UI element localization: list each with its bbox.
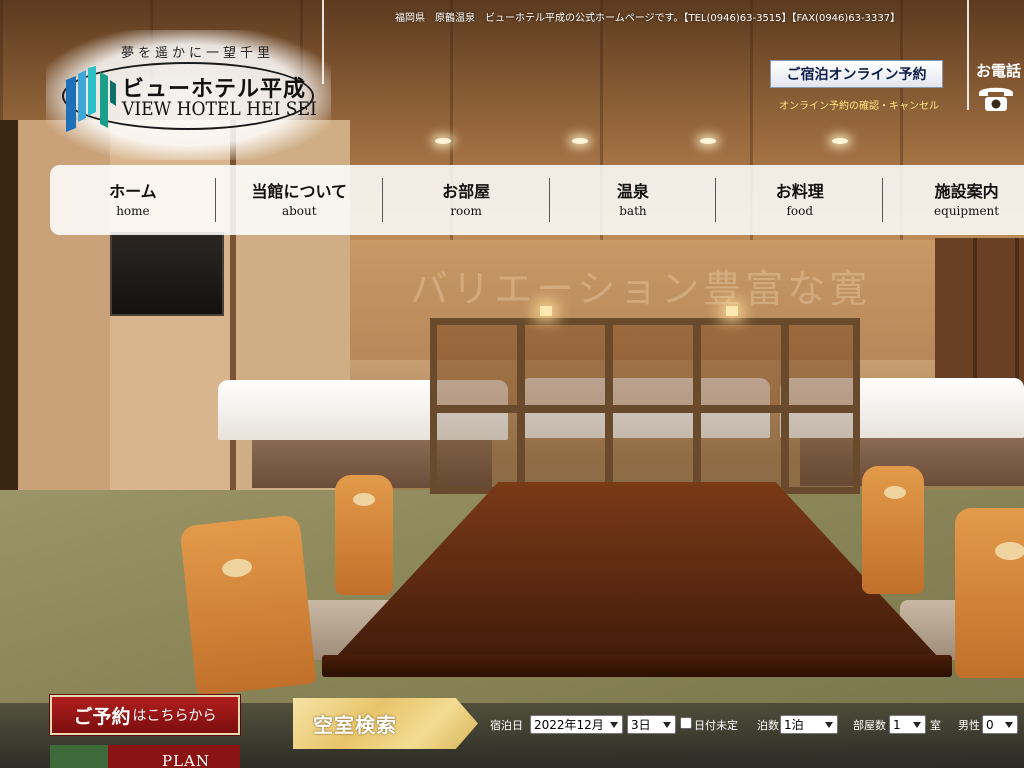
rooms-label: 部屋数	[853, 719, 886, 732]
decorative-line	[967, 0, 969, 110]
rooms-unit: 室	[930, 719, 941, 732]
ceiling-light	[572, 138, 588, 144]
chair-hole	[995, 542, 1024, 560]
zaisu-chair	[335, 475, 393, 595]
nav-item-about[interactable]: 当館について about	[216, 165, 383, 235]
logo-tagline: 夢を遥かに一望千里	[121, 46, 275, 61]
logo-name-en[interactable]: VIEW HOTEL HEI SEI	[122, 98, 317, 120]
reserve-button-sublabel: はこちらから	[132, 708, 217, 724]
plan-button-label: PLAN	[162, 752, 211, 768]
telephone-icon	[979, 87, 1013, 111]
chair-hole	[884, 486, 906, 499]
nav-item-food[interactable]: お料理 food	[716, 165, 884, 235]
wooden-shelf	[430, 318, 860, 494]
television	[110, 232, 224, 316]
low-table-edge	[322, 655, 952, 677]
lamp	[540, 306, 552, 316]
hotel-logo-icon[interactable]	[64, 66, 116, 132]
checkin-day-select[interactable]: 3日	[627, 715, 676, 734]
nav-item-label-jp: 温泉	[616, 181, 649, 201]
nav-item-label-jp: ホーム	[109, 181, 157, 201]
reserve-button-label: ご予約	[73, 705, 131, 728]
nav-item-room[interactable]: お部屋 room	[383, 165, 550, 235]
rooms-select[interactable]: 1	[889, 715, 926, 734]
hero-watermark-text: バリエーション豊富な寛	[410, 267, 872, 311]
date-undecided-checkbox[interactable]	[680, 717, 692, 729]
checkin-month-select[interactable]: 2022年12月	[530, 715, 623, 734]
nav-item-label-en: equipment	[934, 203, 1000, 218]
ceiling-light	[832, 138, 848, 144]
chair-hole	[353, 493, 375, 506]
nav-item-label-en: room	[450, 203, 482, 218]
closet	[935, 238, 1024, 398]
date-undecided-label: 日付未定	[694, 719, 738, 732]
lamp	[726, 306, 738, 316]
plan-button[interactable]: PLAN	[50, 745, 240, 768]
nav-item-label-jp: お部屋	[442, 181, 491, 201]
nights-label: 泊数	[757, 719, 779, 732]
male-label: 男性	[958, 719, 980, 732]
reserve-button[interactable]: ご予約 はこちらから	[50, 695, 240, 735]
nav-item-label-jp: お料理	[775, 181, 824, 201]
zaisu-chair	[179, 514, 317, 696]
nav-item-equipment[interactable]: 施設案内 equipment	[883, 165, 1024, 235]
ceiling-light	[435, 138, 451, 144]
nav-item-label-en: about	[281, 203, 317, 218]
site-description: 福岡県 原鶴温泉 ビューホテル平成の公式ホームページです。【TEL(0946)6…	[395, 13, 901, 24]
online-booking-button[interactable]: ご宿泊オンライン予約	[770, 60, 943, 88]
phone-title: お電話	[976, 62, 1022, 80]
nav-item-bath[interactable]: 温泉 bath	[550, 165, 717, 235]
chair-hole	[221, 557, 253, 579]
nav-item-label-en: bath	[619, 203, 647, 218]
nav-item-home[interactable]: ホーム home	[50, 165, 216, 235]
checkin-label: 宿泊日	[490, 719, 523, 732]
zaisu-chair	[955, 508, 1024, 678]
male-select[interactable]: 0	[982, 715, 1018, 734]
zaisu-chair	[862, 466, 924, 594]
nav-item-label-jp: 当館について	[251, 181, 348, 201]
nights-select[interactable]: 1泊	[780, 715, 838, 734]
nav-item-label-en: home	[116, 203, 150, 218]
nav-item-label-en: food	[786, 203, 814, 218]
ceiling-light	[700, 138, 716, 144]
vacancy-search-banner: 空室検索	[293, 698, 478, 749]
nav-item-label-jp: 施設案内	[934, 181, 999, 201]
booking-confirm-link[interactable]: オンライン予約の確認・キャンセル	[779, 97, 939, 112]
global-nav: ホーム home 当館について about お部屋 room 温泉 bath お…	[50, 165, 1024, 235]
vacancy-search-label: 空室検索	[313, 713, 397, 737]
